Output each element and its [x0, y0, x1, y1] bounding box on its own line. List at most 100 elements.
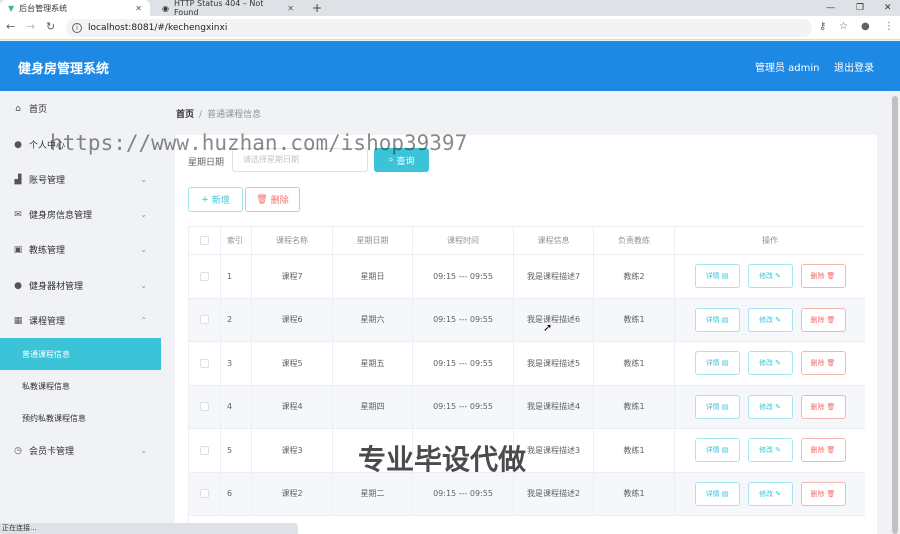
table-row: 6 课程2 星期二 09:15 --- 09:55 我是课程描述2 教练1 详情 ▤ 修改 ✎ 删除… [189, 472, 865, 516]
close-tab-icon[interactable]: ✕ [135, 4, 142, 13]
sidebar-item-coaches[interactable]: ▣ 教练管理 ⌄ [0, 232, 161, 267]
edit-button[interactable]: 修改 ✎ [747, 307, 793, 332]
row-actions: 详情 ▤ 修改 ✎ 删除 🗑 [675, 473, 865, 516]
sidebar-item-gym-info[interactable]: ✉ 健身房信息管理 ⌄ [0, 197, 161, 232]
edit-button[interactable]: 修改 ✎ [747, 481, 793, 506]
sidebar-item-label: 会员卡管理 [29, 447, 75, 457]
remove-button[interactable]: 删除 🗑 [800, 438, 846, 463]
browser-tab[interactable]: ◉ HTTP Status 404 – Not Found ✕ [156, 0, 302, 17]
row-checkbox[interactable] [200, 402, 209, 412]
browser-status: 正在连接... [0, 523, 298, 534]
forward-icon[interactable]: → [26, 20, 35, 33]
url-field[interactable]: i localhost:8081/#/kechengxinxi [66, 19, 812, 37]
batch-delete-button[interactable]: 🗑 删除 [245, 187, 300, 212]
sidebar-subitem-regular-courses[interactable]: 普通课程信息 [0, 338, 161, 370]
cell-course-name: 课程5 [252, 342, 333, 385]
row-actions: 详情 ▤ 修改 ✎ 删除 🗑 [675, 429, 865, 472]
account-icon[interactable]: ● [861, 21, 870, 32]
row-select-cell [189, 298, 221, 341]
edit-button[interactable]: 修改 ✎ [747, 438, 793, 463]
sidebar-subitem-private-bookings[interactable]: 预约私教课程信息 [0, 402, 161, 434]
watermark-text: 专业毕设代做 [358, 443, 527, 476]
row-checkbox[interactable] [200, 271, 209, 281]
cell-course-time: 09:15 --- 09:55 [413, 342, 514, 385]
edit-label: 修改 [759, 489, 774, 498]
row-select-cell [189, 429, 221, 472]
cell-weekday: 星期六 [333, 298, 413, 341]
row-checkbox[interactable] [200, 445, 209, 455]
detail-button[interactable]: 详情 ▤ [694, 307, 740, 332]
more-menu-icon[interactable]: ⋮ [884, 21, 894, 32]
sidebar-item-home[interactable]: ⌂ 首页 [0, 91, 161, 126]
person-icon: ● [14, 280, 22, 291]
header-weekday: 星期日期 [333, 227, 413, 254]
restore-icon[interactable]: ❐ [856, 0, 864, 16]
remove-label: 删除 [810, 446, 825, 455]
edit-button[interactable]: 修改 ✎ [747, 394, 793, 419]
minimize-icon[interactable]: — [826, 0, 835, 16]
sidebar-subitem-private-courses[interactable]: 私教课程信息 [0, 370, 161, 402]
info-icon[interactable]: i [72, 23, 82, 33]
cell-course-name: 课程6 [252, 298, 333, 341]
remove-button[interactable]: 删除 🗑 [800, 481, 846, 506]
remove-label: 删除 [810, 272, 825, 281]
detail-button[interactable]: 详情 ▤ [694, 438, 740, 463]
select-all-checkbox[interactable] [200, 236, 209, 245]
tab-title: 后台管理系统 [19, 3, 68, 13]
key-icon[interactable]: ⚷ [819, 21, 826, 32]
plus-icon: + [201, 194, 209, 205]
row-checkbox[interactable] [200, 358, 209, 368]
edit-button[interactable]: 修改 ✎ [747, 351, 793, 376]
view-icon: ▤ [721, 446, 729, 455]
pencil-icon: ✎ [775, 272, 781, 281]
person-icon: ● [14, 139, 22, 150]
trash-icon: 🗑 [826, 315, 836, 324]
cell-weekday: 星期二 [333, 472, 413, 515]
view-icon: ▤ [721, 359, 729, 368]
remove-button[interactable]: 删除 🗑 [800, 264, 846, 289]
cell-coach: 教练1 [594, 385, 675, 428]
remove-label: 删除 [810, 315, 825, 324]
course-table: 索引 课程名称 星期日期 课程时间 课程信息 负责教练 操作 1 课程7 星期日 09… [188, 226, 865, 534]
star-icon[interactable]: ☆ [839, 21, 848, 32]
edit-button[interactable]: 修改 ✎ [747, 264, 793, 289]
close-window-icon[interactable]: ✕ [884, 0, 892, 16]
row-checkbox[interactable] [200, 315, 209, 325]
search-label: 星期日期 [188, 158, 225, 168]
detail-button[interactable]: 详情 ▤ [694, 264, 740, 289]
sidebar-item-membership[interactable]: ◷ 会员卡管理 ⌄ [0, 433, 161, 468]
remove-button[interactable]: 删除 🗑 [800, 394, 846, 419]
trash-icon: 🗑 [256, 194, 268, 205]
logout-link[interactable]: 退出登录 [834, 59, 874, 74]
sidebar-item-label: 首页 [29, 105, 48, 115]
new-tab-button[interactable]: + [312, 0, 322, 16]
chevron-down-icon: ⌄ [140, 245, 147, 254]
remove-button[interactable]: 删除 🗑 [800, 351, 846, 376]
chevron-up-icon: ⌃ [140, 316, 147, 325]
vue-logo-icon: ▼ [8, 3, 15, 13]
back-icon[interactable]: ← [6, 20, 15, 33]
detail-button[interactable]: 详情 ▤ [694, 481, 740, 506]
scrollbar-thumb[interactable] [892, 96, 898, 534]
sidebar-item-accounts[interactable]: ▟ 账号管理 ⌄ [0, 162, 161, 197]
browser-tab-active[interactable]: ▼ 后台管理系统 ✕ [0, 0, 150, 16]
cell-index: 5 [221, 429, 252, 472]
header-course-time: 课程时间 [413, 227, 514, 254]
sidebar-item-label: 账号管理 [29, 176, 66, 186]
reload-icon[interactable]: ↻ [46, 20, 55, 33]
add-button[interactable]: + 新增 [188, 187, 243, 212]
detail-button[interactable]: 详情 ▤ [694, 394, 740, 419]
breadcrumb-home[interactable]: 首页 [176, 110, 194, 120]
header-actions: 操作 [762, 236, 778, 245]
cell-index: 2 [221, 298, 252, 341]
pencil-icon: ✎ [775, 489, 781, 498]
detail-label: 详情 [705, 359, 720, 368]
remove-button[interactable]: 删除 🗑 [800, 307, 846, 332]
row-select-cell [189, 385, 221, 428]
sidebar-item-equipment[interactable]: ● 健身器材管理 ⌄ [0, 268, 161, 303]
close-tab-icon[interactable]: ✕ [287, 4, 294, 13]
sidebar-item-courses[interactable]: ▦ 课程管理 ⌃ [0, 303, 161, 338]
breadcrumb-current: 普通课程信息 [207, 110, 262, 120]
detail-button[interactable]: 详情 ▤ [694, 351, 740, 376]
row-checkbox[interactable] [200, 489, 209, 499]
